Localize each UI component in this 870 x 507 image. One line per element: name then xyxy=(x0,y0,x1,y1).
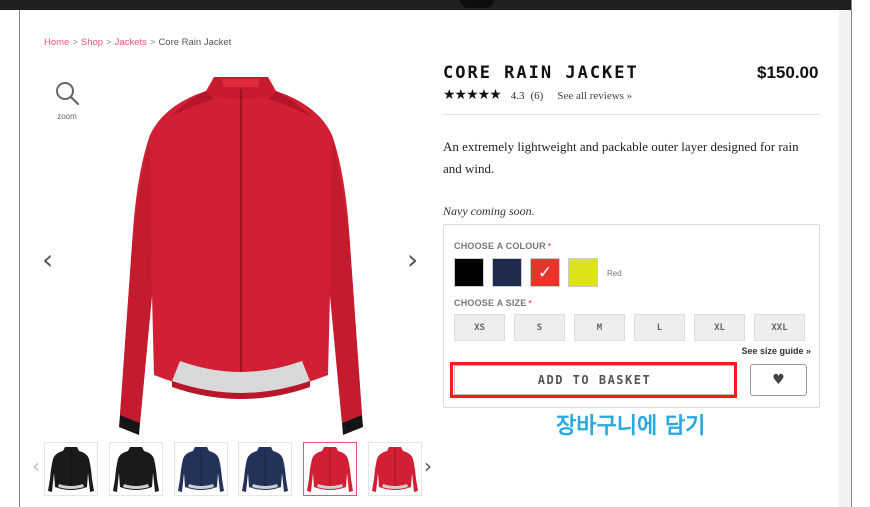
product-page: Home > Shop > Jackets > Core Rain Jacket zoom … xyxy=(20,10,839,507)
selected-colour-name: Red xyxy=(607,269,622,278)
star-rating-icon: ★★★★★ xyxy=(443,87,502,103)
size-option-xs[interactable]: XS xyxy=(454,314,505,341)
size-guide-link[interactable]: See size guide » xyxy=(741,346,811,356)
size-label: CHOOSE A SIZE * xyxy=(454,298,532,308)
thumb-prev-arrow[interactable]: ‹ xyxy=(32,456,40,476)
annotation-caption: 장바구니에 담기 xyxy=(556,414,706,439)
colour-swatch-navy[interactable] xyxy=(492,258,522,287)
breadcrumb-separator: > xyxy=(149,37,156,48)
top-bar xyxy=(0,0,870,10)
gallery-next-arrow[interactable]: › xyxy=(407,246,418,274)
product-price: $150.00 xyxy=(757,63,819,82)
size-option-l[interactable]: L xyxy=(634,314,685,341)
right-scroll-area xyxy=(839,10,851,507)
wishlist-button[interactable]: ♥ xyxy=(750,364,807,396)
see-all-reviews-link[interactable]: See all reviews » xyxy=(557,90,632,102)
checkmark-icon: ✓ xyxy=(537,262,553,283)
thumbnail-1[interactable] xyxy=(44,442,98,496)
magnifier-icon xyxy=(56,82,80,106)
breadcrumb-current: Core Rain Jacket xyxy=(158,37,232,48)
thumbnail-jacket-image xyxy=(307,447,353,492)
thumbnail-3[interactable] xyxy=(174,442,228,496)
divider xyxy=(443,114,820,115)
thumbnail-4[interactable] xyxy=(238,442,292,496)
options-panel: CHOOSE A COLOUR * ✓ Red CHOOSE A SIZE * XS… xyxy=(443,224,820,408)
rating-row: ★★★★★ 4.3 (6) See all reviews » xyxy=(443,87,632,103)
breadcrumb-home[interactable]: Home xyxy=(44,37,69,48)
gallery-prev-arrow[interactable]: ‹ xyxy=(42,246,53,274)
annotation-highlight-box xyxy=(450,362,737,398)
size-option-xl[interactable]: XL xyxy=(694,314,745,341)
breadcrumb-shop[interactable]: Shop xyxy=(81,37,103,48)
colour-swatch-yellow[interactable] xyxy=(568,258,598,287)
breadcrumb-jackets[interactable]: Jackets xyxy=(115,37,147,48)
size-option-m[interactable]: M xyxy=(574,314,625,341)
zoom-label: zoom xyxy=(57,112,77,121)
colour-swatch-red[interactable]: ✓ xyxy=(530,258,560,287)
product-image xyxy=(119,77,363,435)
thumbnail-jacket-image xyxy=(242,447,288,492)
thumbnail-2[interactable] xyxy=(109,442,163,496)
breadcrumb-separator: > xyxy=(72,37,78,48)
rating-score: 4.3 xyxy=(510,90,525,102)
zoom-button[interactable]: zoom xyxy=(50,80,84,121)
breadcrumb-separator: > xyxy=(106,37,112,48)
availability-note: Navy coming soon. xyxy=(443,204,535,218)
product-description: An extremely lightweight and packable ou… xyxy=(443,139,799,176)
product-title: CORE RAIN JACKET xyxy=(443,63,639,83)
thumbnail-5[interactable] xyxy=(303,442,357,496)
top-notch xyxy=(460,0,494,8)
right-edge xyxy=(851,0,870,507)
size-option-s[interactable]: S xyxy=(514,314,565,341)
thumbnail-strip: ‹ › xyxy=(32,442,439,496)
breadcrumb: Home > Shop > Jackets > Core Rain Jacket xyxy=(44,37,231,48)
thumbnail-jacket-image xyxy=(372,447,418,492)
thumbnail-jacket-image xyxy=(178,447,224,492)
review-count: (6) xyxy=(530,90,544,102)
colour-label: CHOOSE A COLOUR * xyxy=(454,241,552,251)
heart-icon: ♥ xyxy=(772,372,785,388)
thumbnail-jacket-image xyxy=(48,447,94,492)
colour-swatch-black[interactable] xyxy=(454,258,484,287)
thumbnail-6[interactable] xyxy=(368,442,422,496)
thumb-next-arrow[interactable]: › xyxy=(424,456,432,476)
thumbnail-jacket-image xyxy=(113,447,159,492)
left-edge xyxy=(0,10,20,507)
size-option-xxl[interactable]: XXL xyxy=(754,314,805,341)
